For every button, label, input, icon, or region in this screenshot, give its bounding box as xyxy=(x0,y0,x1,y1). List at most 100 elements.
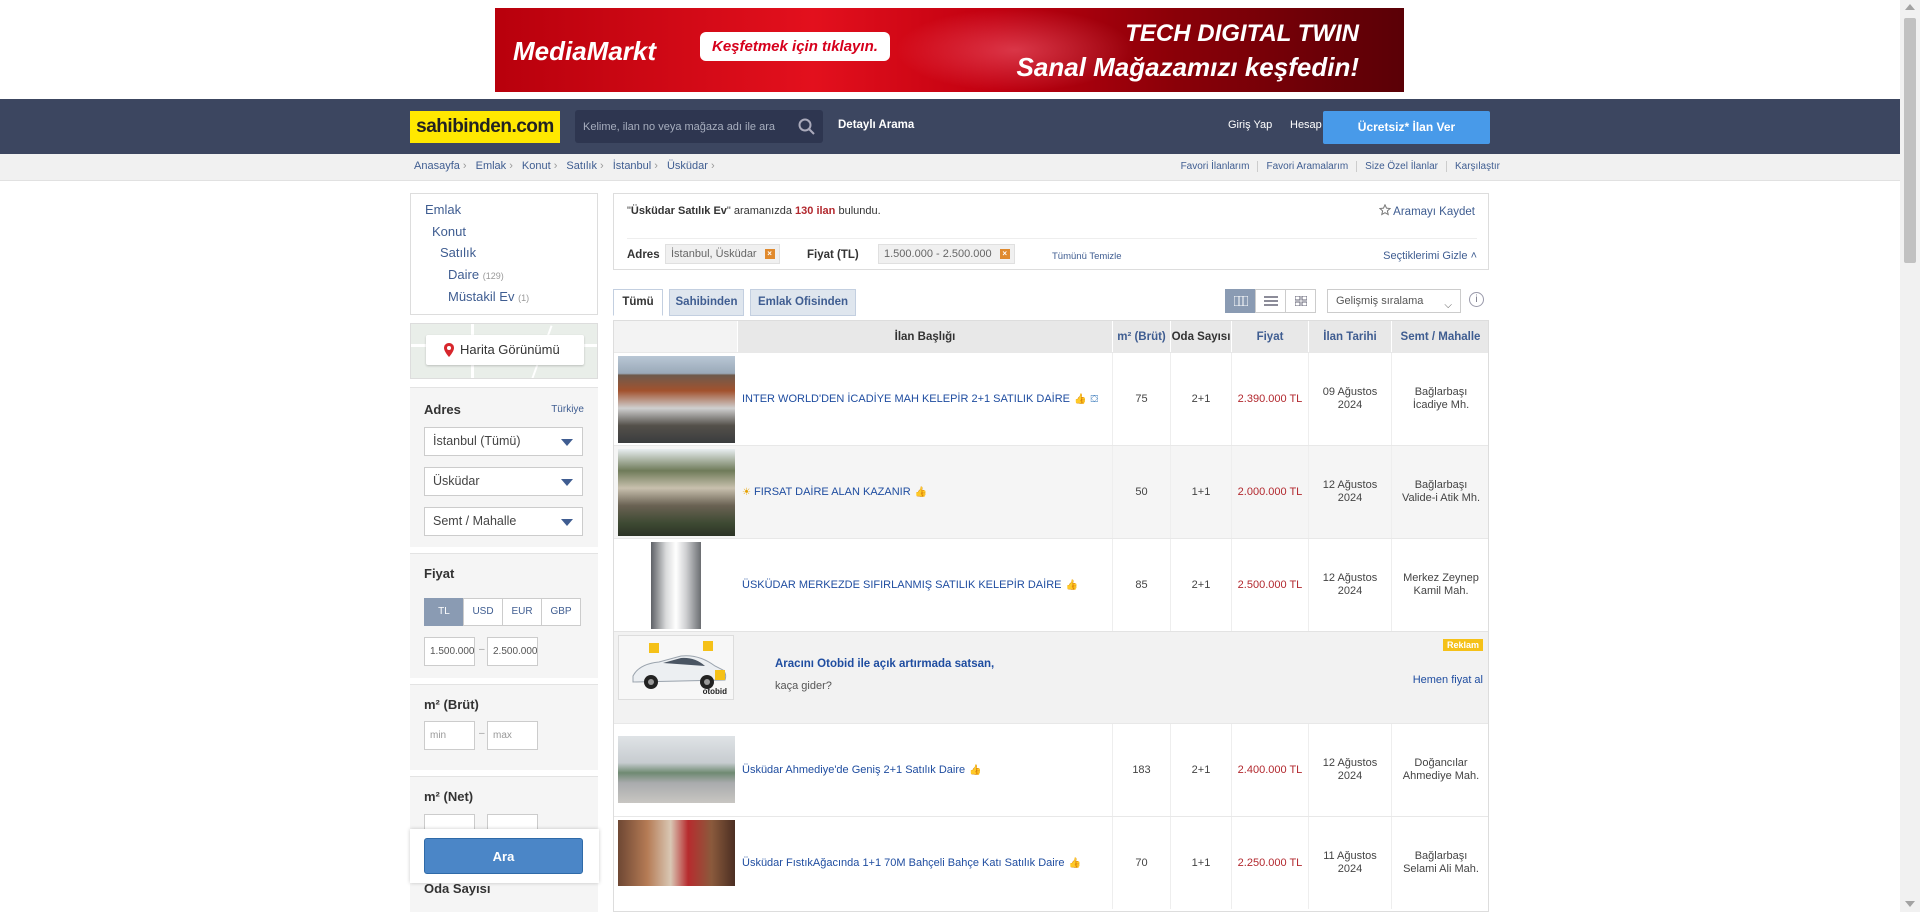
listing-price: 2.400.000 TL xyxy=(1232,724,1309,816)
listing-location: Bağlarbaşı İcadiye Mh. xyxy=(1412,386,1470,411)
header-location[interactable]: Semt / Mahalle xyxy=(1392,321,1488,352)
listing-title[interactable]: ☀ FIRSAT DAİRE ALAN KAZANIR 👍 xyxy=(738,446,1113,538)
save-search-link[interactable]: Aramayı Kaydet xyxy=(1378,203,1475,218)
listing-thumbnail[interactable] xyxy=(618,820,735,886)
tab-agency[interactable]: Emlak Ofisinden xyxy=(750,289,856,316)
table-row[interactable]: ÜSKÜDAR MERKEZDE SIFIRLANMIŞ SATILIK KEL… xyxy=(614,538,1488,631)
grid-view-button[interactable] xyxy=(1285,289,1316,313)
header-m2[interactable]: m² (Brüt) xyxy=(1113,321,1171,352)
compare-link[interactable]: Karşılaştır xyxy=(1445,161,1508,172)
search-input[interactable] xyxy=(575,110,790,143)
m2-gross-max-input[interactable]: max xyxy=(487,721,538,750)
header-rooms[interactable]: Oda Sayısı xyxy=(1171,321,1232,352)
header-title[interactable]: İlan Başlığı xyxy=(738,321,1113,352)
page-scrollbar[interactable] xyxy=(1900,0,1920,912)
listing-title[interactable]: Üsküdar Ahmediye'de Geniş 2+1 Satılık Da… xyxy=(738,724,1113,816)
neighborhood-select[interactable]: Semt / Mahalle xyxy=(424,507,583,536)
country-link[interactable]: Türkiye xyxy=(551,404,584,415)
price-title: Fiyat xyxy=(424,566,455,581)
tab-owner[interactable]: Sahibinden xyxy=(669,289,744,316)
site-logo[interactable]: sahibinden.com xyxy=(410,111,560,143)
breadcrumb-item[interactable]: Anasayfa xyxy=(414,160,467,172)
sort-select[interactable]: Gelişmiş sıralama ⌵ xyxy=(1327,289,1461,313)
listing-title[interactable]: INTER WORLD'DEN İCADİYE MAH KELEPİR 2+1 … xyxy=(738,353,1113,445)
category-daire[interactable]: Daire (129) xyxy=(448,267,504,282)
result-count: 130 ilan xyxy=(795,205,836,217)
table-row[interactable]: Üsküdar Ahmediye'de Geniş 2+1 Satılık Da… xyxy=(614,723,1488,816)
tab-all[interactable]: Tümü xyxy=(613,289,663,316)
hide-selections-link[interactable]: Seçtiklerimi Gizle ˄ xyxy=(1383,250,1477,262)
listing-m2: 85 xyxy=(1113,539,1171,631)
info-icon[interactable]: i xyxy=(1469,292,1484,307)
map-view-label: Harita Görünümü xyxy=(460,342,560,357)
remove-icon[interactable]: × xyxy=(999,249,1010,259)
detailed-search-link[interactable]: Detaylı Arama xyxy=(838,119,914,131)
listing-m2: 75 xyxy=(1113,353,1171,445)
category-satilik[interactable]: Satılık xyxy=(440,245,476,260)
table-row[interactable]: Üsküdar FıstıkAğacında 1+1 70M Bahçeli B… xyxy=(614,816,1488,909)
free-ad-button[interactable]: Ücretsiz* İlan Ver xyxy=(1323,111,1490,144)
scroll-down-arrow-icon[interactable] xyxy=(1905,901,1915,907)
search-icon[interactable] xyxy=(798,118,815,135)
category-emlak[interactable]: Emlak xyxy=(425,202,461,217)
category-konut[interactable]: Konut xyxy=(432,224,466,239)
thumbs-up-icon: 👍 xyxy=(1065,579,1078,591)
price-max-input[interactable]: 2.500.000 xyxy=(487,637,538,666)
table-row[interactable]: ☀ FIRSAT DAİRE ALAN KAZANIR 👍 50 1+1 2.000… xyxy=(614,445,1488,538)
ad-cta-link[interactable]: Hemen fiyat al xyxy=(1413,674,1483,686)
remove-icon[interactable]: × xyxy=(764,249,775,259)
favorite-ads-link[interactable]: Favori İlanlarım xyxy=(1173,161,1258,172)
login-link[interactable]: Giriş Yap xyxy=(1228,119,1272,131)
currency-eur[interactable]: EUR xyxy=(502,598,542,626)
listing-date: 11 Ağustos 2024 xyxy=(1309,817,1392,909)
price-min-input[interactable]: 1.500.000 xyxy=(424,637,475,666)
price-chip[interactable]: 1.500.000 - 2.500.000 × xyxy=(878,244,1015,264)
search-button[interactable]: Ara xyxy=(424,838,583,874)
currency-usd[interactable]: USD xyxy=(463,598,503,626)
header-price[interactable]: Fiyat xyxy=(1232,321,1309,352)
list-view-button[interactable] xyxy=(1225,289,1256,313)
district-select[interactable]: Üsküdar xyxy=(424,467,583,496)
thumbs-up-icon: 👍 xyxy=(1068,857,1081,869)
currency-gbp[interactable]: GBP xyxy=(541,598,581,626)
range-dash: – xyxy=(479,728,485,739)
map-view-button[interactable]: Harita Görünümü xyxy=(426,335,584,365)
table-row[interactable]: INTER WORLD'DEN İCADİYE MAH KELEPİR 2+1 … xyxy=(614,352,1488,445)
m2-gross-min-input[interactable]: min xyxy=(424,721,475,750)
clear-all-link[interactable]: Tümünü Temizle xyxy=(1052,251,1122,262)
listing-location: Bağlarbaşı Valide-i Atik Mh. xyxy=(1401,479,1481,504)
listing-thumbnail[interactable] xyxy=(618,736,735,803)
breadcrumb-item[interactable]: Üsküdar xyxy=(667,160,715,172)
m2-gross-filter: m² (Brüt) min – max xyxy=(410,684,598,770)
listing-title[interactable]: ÜSKÜDAR MERKEZDE SIFIRLANMIŞ SATILIK KEL… xyxy=(738,539,1113,631)
map-pin-icon xyxy=(444,343,454,357)
sponsored-row[interactable]: otobid Aracını Otobid ile açık artırmada… xyxy=(614,631,1488,723)
compact-view-button[interactable] xyxy=(1255,289,1286,313)
ad-thumbnail[interactable]: otobid xyxy=(618,635,734,700)
city-select[interactable]: İstanbul (Tümü) xyxy=(424,427,583,456)
special-ads-link[interactable]: Size Özel İlanlar xyxy=(1356,161,1446,172)
listing-title[interactable]: Üsküdar FıstıkAğacında 1+1 70M Bahçeli B… xyxy=(738,817,1113,909)
breadcrumb-item[interactable]: Emlak xyxy=(476,160,513,172)
scrollbar-thumb[interactable] xyxy=(1904,18,1916,263)
listing-date: 12 Ağustos 2024 xyxy=(1309,724,1392,816)
favorite-searches-link[interactable]: Favori Aramalarım xyxy=(1257,161,1356,172)
breadcrumb-item[interactable]: Konut xyxy=(522,160,557,172)
category-mustakil-ev[interactable]: Müstakil Ev (1) xyxy=(448,289,529,304)
listing-thumbnail[interactable] xyxy=(618,449,735,536)
currency-tl[interactable]: TL xyxy=(424,598,464,626)
breadcrumb-item[interactable]: Satılık xyxy=(566,160,603,172)
rooms-title: Oda Sayısı xyxy=(424,881,491,896)
header-date[interactable]: İlan Tarihi xyxy=(1309,321,1392,352)
results-summary: "Üsküdar Satılık Ev" aramanızda 130 ilan… xyxy=(613,193,1489,270)
listing-thumbnail[interactable] xyxy=(618,356,735,443)
address-chip[interactable]: İstanbul, Üsküdar × xyxy=(665,244,780,264)
banner-cta[interactable]: Keşfetmek için tıklayın. xyxy=(700,32,890,61)
breadcrumb-item[interactable]: İstanbul xyxy=(613,160,658,172)
map-view-box[interactable]: Harita Görünümü xyxy=(410,323,598,379)
ad-banner[interactable]: MediaMarkt Keşfetmek için tıklayın. TECH… xyxy=(495,8,1404,92)
listing-price: 2.500.000 TL xyxy=(1232,539,1309,631)
scroll-up-arrow-icon[interactable] xyxy=(1905,4,1915,10)
listing-thumbnail[interactable] xyxy=(651,542,701,629)
ad-title[interactable]: Aracını Otobid ile açık artırmada satsan… xyxy=(775,658,994,670)
